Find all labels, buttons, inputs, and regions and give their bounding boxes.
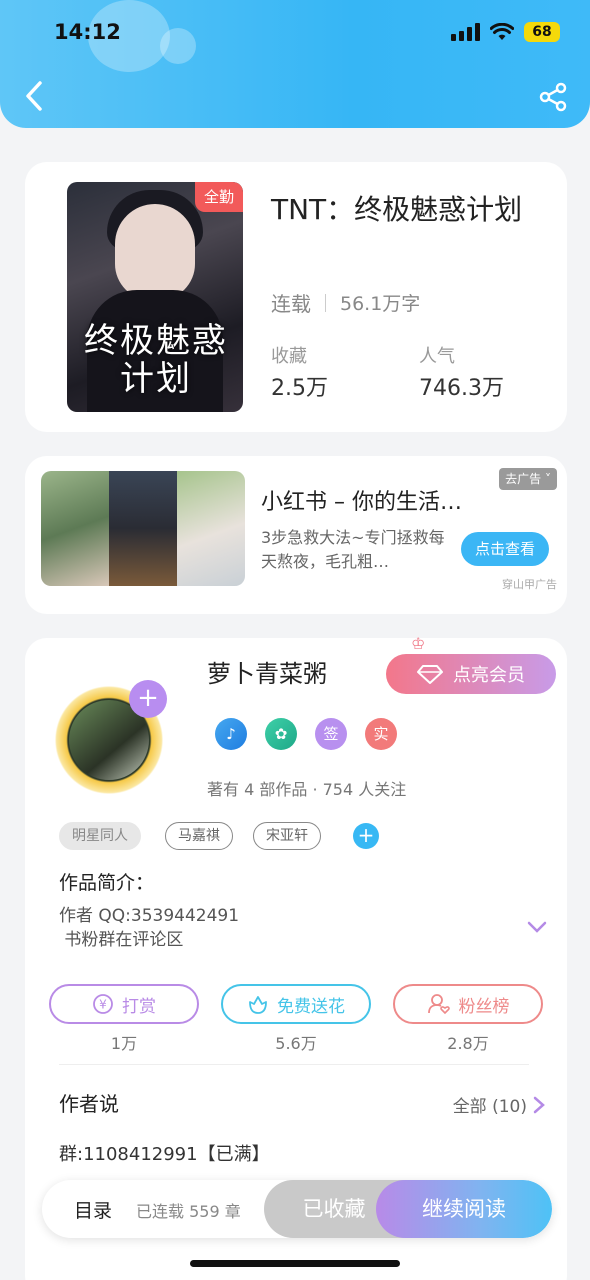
reward-count: 1万	[110, 1034, 138, 1053]
remove-ad-button[interactable]: 去广告 ˅	[499, 468, 557, 490]
add-tag-button[interactable]: +	[353, 823, 379, 849]
intro-text: 作者 QQ:3539442491 书粉群在评论区	[59, 906, 240, 950]
bottom-action-bar: 目录 已连载 559 章 已收藏 继续阅读	[42, 1180, 552, 1238]
verified-badge[interactable]: 实	[365, 718, 397, 750]
ad-source: 穿山甲广告	[502, 578, 557, 591]
chapter-count: 已连载 559 章	[136, 1202, 241, 1221]
diamond-icon	[417, 665, 443, 684]
book-meta: 连载 56.1万字	[271, 288, 420, 317]
send-flower-button[interactable]: 免费送花	[221, 984, 371, 1024]
send-flower-label: 免费送花	[277, 996, 345, 1017]
full-attendance-badge: 全勤	[195, 182, 243, 212]
book-cover[interactable]: 终极魅惑计划 全勤	[67, 182, 243, 412]
crown-icon: ♔	[411, 634, 426, 653]
popularity-value: 746.3万	[419, 376, 504, 401]
fan-ranking-label: 粉丝榜	[458, 996, 510, 1017]
author-works-followers: 著有 4 部作品 · 754 人关注	[207, 780, 407, 799]
reward-button[interactable]: ¥ 打赏	[49, 984, 199, 1024]
battery-indicator: 68	[524, 22, 560, 42]
status-icons: 68	[451, 22, 560, 42]
book-title: TNT：终极魅惑计划	[271, 193, 523, 226]
chevron-right-icon	[533, 1096, 545, 1113]
flower-count: 5.6万	[275, 1034, 317, 1053]
book-status: 连载	[271, 292, 311, 316]
vip-button[interactable]: 点亮会员	[386, 654, 556, 694]
section-divider	[59, 1064, 529, 1065]
remove-ad-label: 去广告	[505, 472, 542, 486]
ad-card[interactable]: 去广告 ˅ 小红书 – 你的生活… 3步急救大法~专门拯救每天熬夜，毛孔粗… 点…	[25, 456, 567, 614]
music-medal-icon[interactable]: ♪	[215, 718, 247, 750]
wifi-icon	[490, 23, 514, 40]
tag-character-1[interactable]: 马嘉祺	[165, 822, 233, 850]
follow-plus-button[interactable]: +	[129, 680, 167, 718]
table-of-contents-button[interactable]: 目录	[74, 1196, 112, 1223]
status-time: 14:12	[54, 20, 121, 44]
yen-coin-icon: ¥	[93, 994, 113, 1014]
fan-ranking-button[interactable]: 粉丝榜	[393, 984, 543, 1024]
favorites-value: 2.5万	[271, 376, 328, 401]
ad-description: 3步急救大法~专门拯救每天熬夜，毛孔粗…	[261, 528, 445, 571]
header-bar: 14:12 68	[0, 0, 590, 128]
chevron-left-icon[interactable]	[22, 80, 46, 112]
fan-count: 2.8万	[447, 1034, 489, 1053]
ad-image	[41, 471, 245, 586]
cover-title: 终极魅惑计划	[84, 321, 228, 399]
tag-character-2[interactable]: 宋亚轩	[253, 822, 321, 850]
meta-divider	[325, 293, 326, 312]
vip-button-label: 点亮会员	[453, 665, 525, 686]
book-info-card: 终极魅惑计划 全勤 TNT：终极魅惑计划 连载 56.1万字 收藏 2.5万 人…	[25, 162, 567, 432]
cover-art-face	[115, 204, 195, 300]
handshake-medal-icon[interactable]: ✿	[265, 718, 297, 750]
home-indicator	[190, 1260, 400, 1267]
decor-bubble-small	[160, 28, 196, 64]
ad-view-button[interactable]: 点击查看	[461, 532, 549, 566]
popularity-label: 人气	[419, 346, 455, 367]
chevron-down-icon[interactable]	[527, 920, 547, 934]
continue-reading-button[interactable]: 继续阅读	[376, 1180, 552, 1238]
author-says-all-link[interactable]: 全部 (10)	[453, 1092, 545, 1117]
author-says-count: 全部 (10)	[452, 1097, 527, 1117]
signal-icon	[451, 23, 480, 41]
fan-user-icon	[427, 994, 450, 1015]
author-name: 萝卜青菜粥	[207, 660, 327, 688]
author-says-label: 作者说	[59, 1092, 119, 1116]
tag-category[interactable]: 明星同人	[59, 822, 141, 850]
sign-badge[interactable]: 签	[315, 718, 347, 750]
flower-icon	[249, 996, 267, 1014]
ad-title: 小红书 – 你的生活…	[261, 490, 462, 515]
share-icon[interactable]	[538, 82, 568, 112]
reward-label: 打赏	[122, 996, 156, 1017]
author-says-text: 群:1108412991【已满】	[59, 1144, 270, 1165]
word-count: 56.1万字	[340, 293, 421, 315]
svg-text:¥: ¥	[99, 998, 107, 1012]
favorites-label: 收藏	[271, 346, 307, 367]
intro-label: 作品简介：	[59, 872, 155, 894]
